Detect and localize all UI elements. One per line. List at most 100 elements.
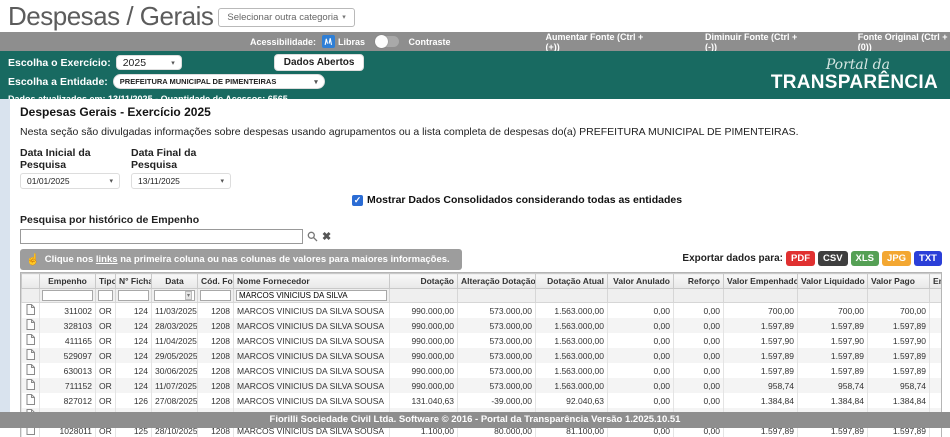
cell-r6-c9[interactable]: 1.563.000,00 xyxy=(535,378,608,393)
col-header-10[interactable]: Valor Anulado xyxy=(607,273,674,289)
cell-r7-c12[interactable]: 1.384,84 xyxy=(723,393,798,408)
cell-r2-c7[interactable]: 990.000,00 xyxy=(389,318,458,333)
cell-r7-c9[interactable]: 92.040,63 xyxy=(535,393,608,408)
row-detail-icon[interactable] xyxy=(21,302,40,318)
filter-fornecedor-input[interactable] xyxy=(236,290,387,301)
decrease-font-button[interactable]: Diminuir Fonte (Ctrl + (-)) xyxy=(705,32,798,52)
cell-r5-c8[interactable]: 573.000,00 xyxy=(457,363,536,378)
search-icon[interactable] xyxy=(307,231,318,242)
cell-r7-c13[interactable]: 1.384,84 xyxy=(797,393,868,408)
cell-r5-c11[interactable]: 0,00 xyxy=(673,363,724,378)
col-header-15[interactable]: Emp xyxy=(929,273,941,289)
cell-r3-c14[interactable]: 1.597,90 xyxy=(867,333,930,348)
cell-r4-c9[interactable]: 1.563.000,00 xyxy=(535,348,608,363)
date-end-select[interactable]: 13/11/2025 ▾ xyxy=(131,173,231,189)
cell-r1-c14[interactable]: 700,00 xyxy=(867,302,930,318)
col-header-9[interactable]: Dotação Atual xyxy=(535,273,608,289)
cell-r6-c10[interactable]: 0,00 xyxy=(607,378,674,393)
col-header-6[interactable]: Nome Fornecedor xyxy=(233,273,390,289)
cell-r5-c12[interactable]: 1.597,89 xyxy=(723,363,798,378)
row-detail-icon[interactable] xyxy=(21,318,40,333)
col-header-12[interactable]: Valor Empenhado xyxy=(723,273,798,289)
contrast-toggle[interactable] xyxy=(375,35,399,48)
col-header-2[interactable]: Tipo xyxy=(95,273,116,289)
col-header-13[interactable]: Valor Liquidado xyxy=(797,273,868,289)
col-header-7[interactable]: Dotação xyxy=(389,273,458,289)
export-csv-button[interactable]: CSV xyxy=(818,251,848,266)
col-header-5[interactable]: Cód. Forn. xyxy=(197,273,234,289)
cell-r5-c13[interactable]: 1.597,89 xyxy=(797,363,868,378)
export-jpg-button[interactable]: JPG xyxy=(882,251,912,266)
cell-r2-c12[interactable]: 1.597,89 xyxy=(723,318,798,333)
cell-r5-c7[interactable]: 990.000,00 xyxy=(389,363,458,378)
cell-r3-c7[interactable]: 990.000,00 xyxy=(389,333,458,348)
cell-r1-c10[interactable]: 0,00 xyxy=(607,302,674,318)
col-header-14[interactable]: Valor Pago xyxy=(867,273,930,289)
cell-r5-c9[interactable]: 1.563.000,00 xyxy=(535,363,608,378)
consolidated-checkbox[interactable]: ✓ xyxy=(352,194,363,206)
cell-r3-c13[interactable]: 1.597,90 xyxy=(797,333,868,348)
cell-r4-c10[interactable]: 0,00 xyxy=(607,348,674,363)
filter-input-3[interactable] xyxy=(118,290,149,301)
cell-r5-c14[interactable]: 1.597,89 xyxy=(867,363,930,378)
cell-r3-c9[interactable]: 1.563.000,00 xyxy=(535,333,608,348)
cell-r7-c11[interactable]: 0,00 xyxy=(673,393,724,408)
row-detail-icon[interactable] xyxy=(21,363,40,378)
cell-r4-c8[interactable]: 573.000,00 xyxy=(457,348,536,363)
col-header-11[interactable]: Reforço xyxy=(673,273,724,289)
export-txt-button[interactable]: TXT xyxy=(914,251,942,266)
col-header-8[interactable]: Alteração Dotação xyxy=(457,273,536,289)
filter-input-1[interactable] xyxy=(42,290,93,301)
cell-r3-c11[interactable]: 0,00 xyxy=(673,333,724,348)
cell-r1-c13[interactable]: 700,00 xyxy=(797,302,868,318)
filter-date-select[interactable]: ▾ xyxy=(154,290,195,301)
cell-r6-c11[interactable]: 0,00 xyxy=(673,378,724,393)
col-header-3[interactable]: N° Ficha xyxy=(115,273,152,289)
clear-search-icon[interactable]: ✖ xyxy=(322,230,331,243)
export-pdf-button[interactable]: PDF xyxy=(786,251,815,266)
increase-font-button[interactable]: Aumentar Fonte (Ctrl + (+)) xyxy=(546,32,645,52)
filter-input-5[interactable] xyxy=(200,290,231,301)
date-start-select[interactable]: 01/01/2025 ▾ xyxy=(20,173,120,189)
cell-r2-c9[interactable]: 1.563.000,00 xyxy=(535,318,608,333)
libras-icon[interactable] xyxy=(322,35,336,48)
col-header-1[interactable]: Empenho xyxy=(39,273,96,289)
open-data-button[interactable]: Dados Abertos xyxy=(273,54,365,71)
contrast-label[interactable]: Contraste xyxy=(409,37,451,47)
cell-r7-c8[interactable]: -39.000,00 xyxy=(457,393,536,408)
cell-r4-c13[interactable]: 1.597,89 xyxy=(797,348,868,363)
cell-r2-c8[interactable]: 573.000,00 xyxy=(457,318,536,333)
row-detail-icon[interactable] xyxy=(21,393,40,408)
cell-r6-c7[interactable]: 990.000,00 xyxy=(389,378,458,393)
filter-input-2[interactable] xyxy=(98,290,113,301)
cell-r3-c10[interactable]: 0,00 xyxy=(607,333,674,348)
cell-r4-c14[interactable]: 1.597,89 xyxy=(867,348,930,363)
search-input[interactable] xyxy=(20,229,303,244)
cell-r1-c11[interactable]: 0,00 xyxy=(673,302,724,318)
cell-r6-c8[interactable]: 573.000,00 xyxy=(457,378,536,393)
cell-r1-c12[interactable]: 700,00 xyxy=(723,302,798,318)
cell-r2-c13[interactable]: 1.597,89 xyxy=(797,318,868,333)
row-detail-icon[interactable] xyxy=(21,333,40,348)
cell-r6-c14[interactable]: 958,74 xyxy=(867,378,930,393)
cell-r2-c14[interactable]: 1.597,89 xyxy=(867,318,930,333)
cell-r3-c12[interactable]: 1.597,90 xyxy=(723,333,798,348)
cell-r7-c14[interactable]: 1.384,84 xyxy=(867,393,930,408)
row-detail-icon[interactable] xyxy=(21,348,40,363)
cell-r4-c12[interactable]: 1.597,89 xyxy=(723,348,798,363)
cell-r2-c10[interactable]: 0,00 xyxy=(607,318,674,333)
cell-r4-c7[interactable]: 990.000,00 xyxy=(389,348,458,363)
cell-r2-c11[interactable]: 0,00 xyxy=(673,318,724,333)
export-xls-button[interactable]: XLS xyxy=(850,251,880,266)
select-category-button[interactable]: Selecionar outra categoria ▾ xyxy=(218,7,355,27)
cell-r6-c13[interactable]: 958,74 xyxy=(797,378,868,393)
col-header-4[interactable]: Data xyxy=(151,273,198,289)
original-font-button[interactable]: Fonte Original (Ctrl + (0)) xyxy=(858,32,950,52)
cell-r1-c7[interactable]: 990.000,00 xyxy=(389,302,458,318)
cell-r1-c8[interactable]: 573.000,00 xyxy=(457,302,536,318)
exercise-select[interactable]: 2025 ▾ xyxy=(115,55,182,70)
cell-r6-c12[interactable]: 958,74 xyxy=(723,378,798,393)
cell-r3-c8[interactable]: 573.000,00 xyxy=(457,333,536,348)
entity-select[interactable]: PREFEITURA MUNICIPAL DE PIMENTEIRAS ▾ xyxy=(112,74,325,89)
cell-r1-c9[interactable]: 1.563.000,00 xyxy=(535,302,608,318)
